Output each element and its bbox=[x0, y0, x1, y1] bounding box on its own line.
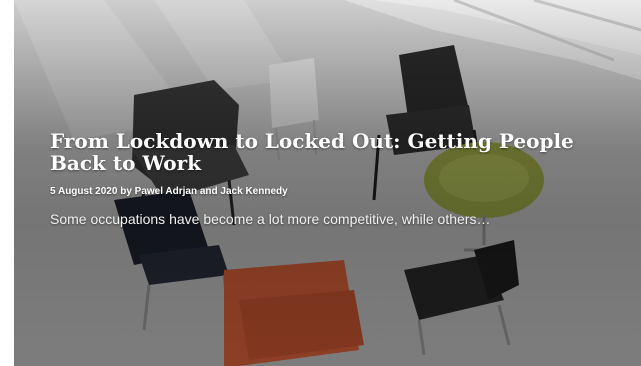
article-byline: 5 August 2020 by Pawel Adrjan and Jack K… bbox=[50, 186, 288, 197]
article-card[interactable]: From Lockdown to Locked Out: Getting Peo… bbox=[0, 0, 641, 366]
article-text: From Lockdown to Locked Out: Getting Peo… bbox=[50, 130, 610, 227]
article-excerpt: Some occupations have become a lot more … bbox=[50, 211, 491, 227]
article-title[interactable]: From Lockdown to Locked Out: Getting Peo… bbox=[50, 130, 610, 174]
